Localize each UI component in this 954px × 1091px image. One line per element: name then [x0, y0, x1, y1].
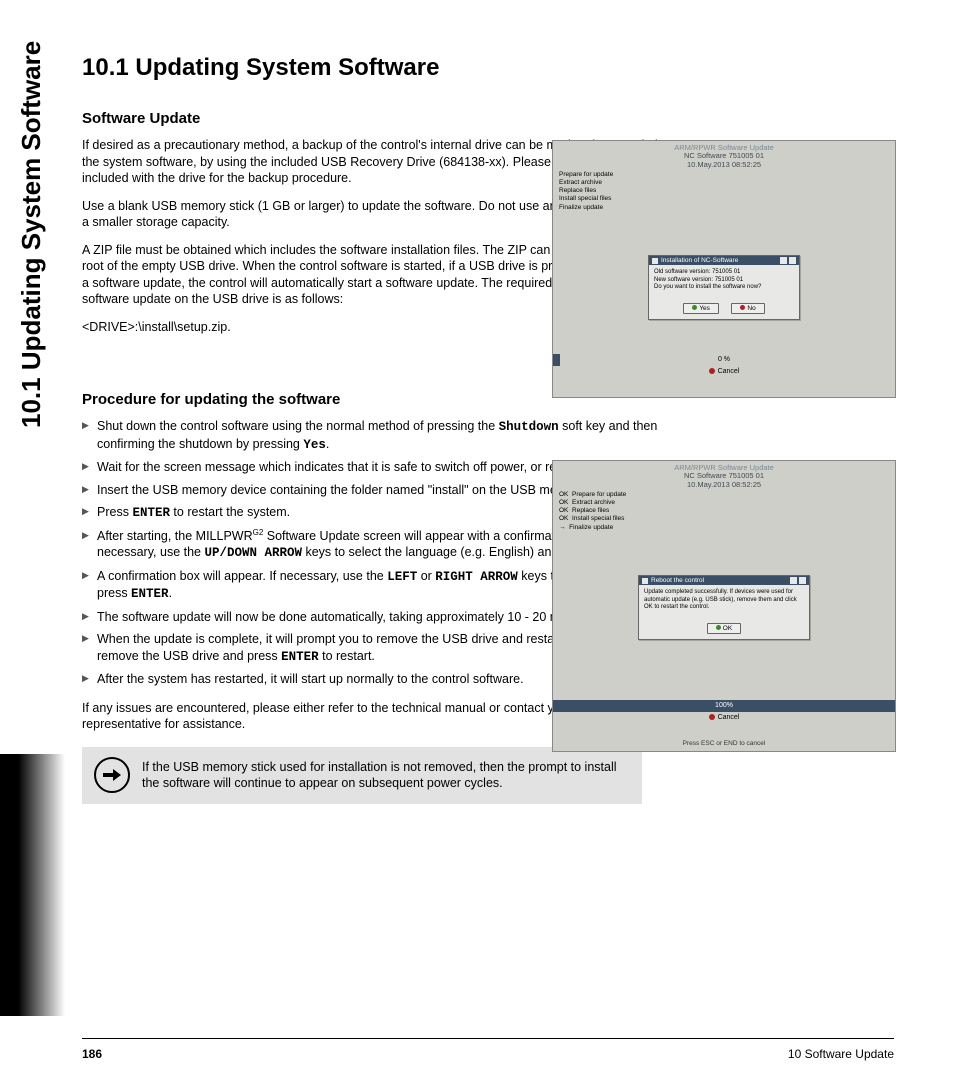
- note-callout: If the USB memory stick used for install…: [82, 747, 642, 804]
- screenshot-header: ARM/RPWR Software Update NC Software 751…: [553, 141, 895, 169]
- dialog-titlebar: Reboot the control: [639, 576, 809, 585]
- page-number: 186: [82, 1047, 102, 1061]
- side-section-title: 10.1 Updating System Software: [16, 41, 47, 428]
- dialog-titlebar: Installation of NC-Software: [649, 256, 799, 265]
- screenshot-header: ARM/RPWR Software Update NC Software 751…: [553, 461, 895, 489]
- update-steps-list: Prepare for update Extract archive Repla…: [559, 171, 613, 212]
- update-steps-list: OK Prepare for update OK Extract archive…: [559, 491, 626, 532]
- reboot-dialog: Reboot the control Update completed succ…: [638, 575, 810, 640]
- sidebar-gradient: [0, 754, 65, 1016]
- chapter-label: 10 Software Update: [788, 1047, 894, 1061]
- page-footer: 186 10 Software Update: [82, 1038, 894, 1061]
- cancel-button[interactable]: Cancel: [553, 712, 895, 721]
- screenshot-update-done: ARM/RPWR Software Update NC Software 751…: [552, 460, 896, 752]
- progress-bar: 0 %: [553, 354, 895, 366]
- yes-button[interactable]: Yes: [683, 303, 719, 314]
- footer-hint: Press ESC or END to cancel: [553, 740, 895, 747]
- subhead-software-update: Software Update: [82, 110, 672, 127]
- note-text: If the USB memory stick used for install…: [142, 760, 617, 791]
- no-button[interactable]: No: [731, 303, 764, 314]
- progress-bar: 100%: [553, 700, 895, 712]
- cancel-button[interactable]: Cancel: [553, 366, 895, 375]
- install-dialog: Installation of NC-Software Old software…: [648, 255, 800, 320]
- arrow-right-icon: [94, 757, 130, 793]
- page-heading: 10.1 Updating System Software: [82, 54, 672, 82]
- list-item: Shut down the control software using the…: [82, 418, 672, 453]
- ok-button[interactable]: OK: [707, 623, 741, 634]
- screenshot-update-start: ARM/RPWR Software Update NC Software 751…: [552, 140, 896, 398]
